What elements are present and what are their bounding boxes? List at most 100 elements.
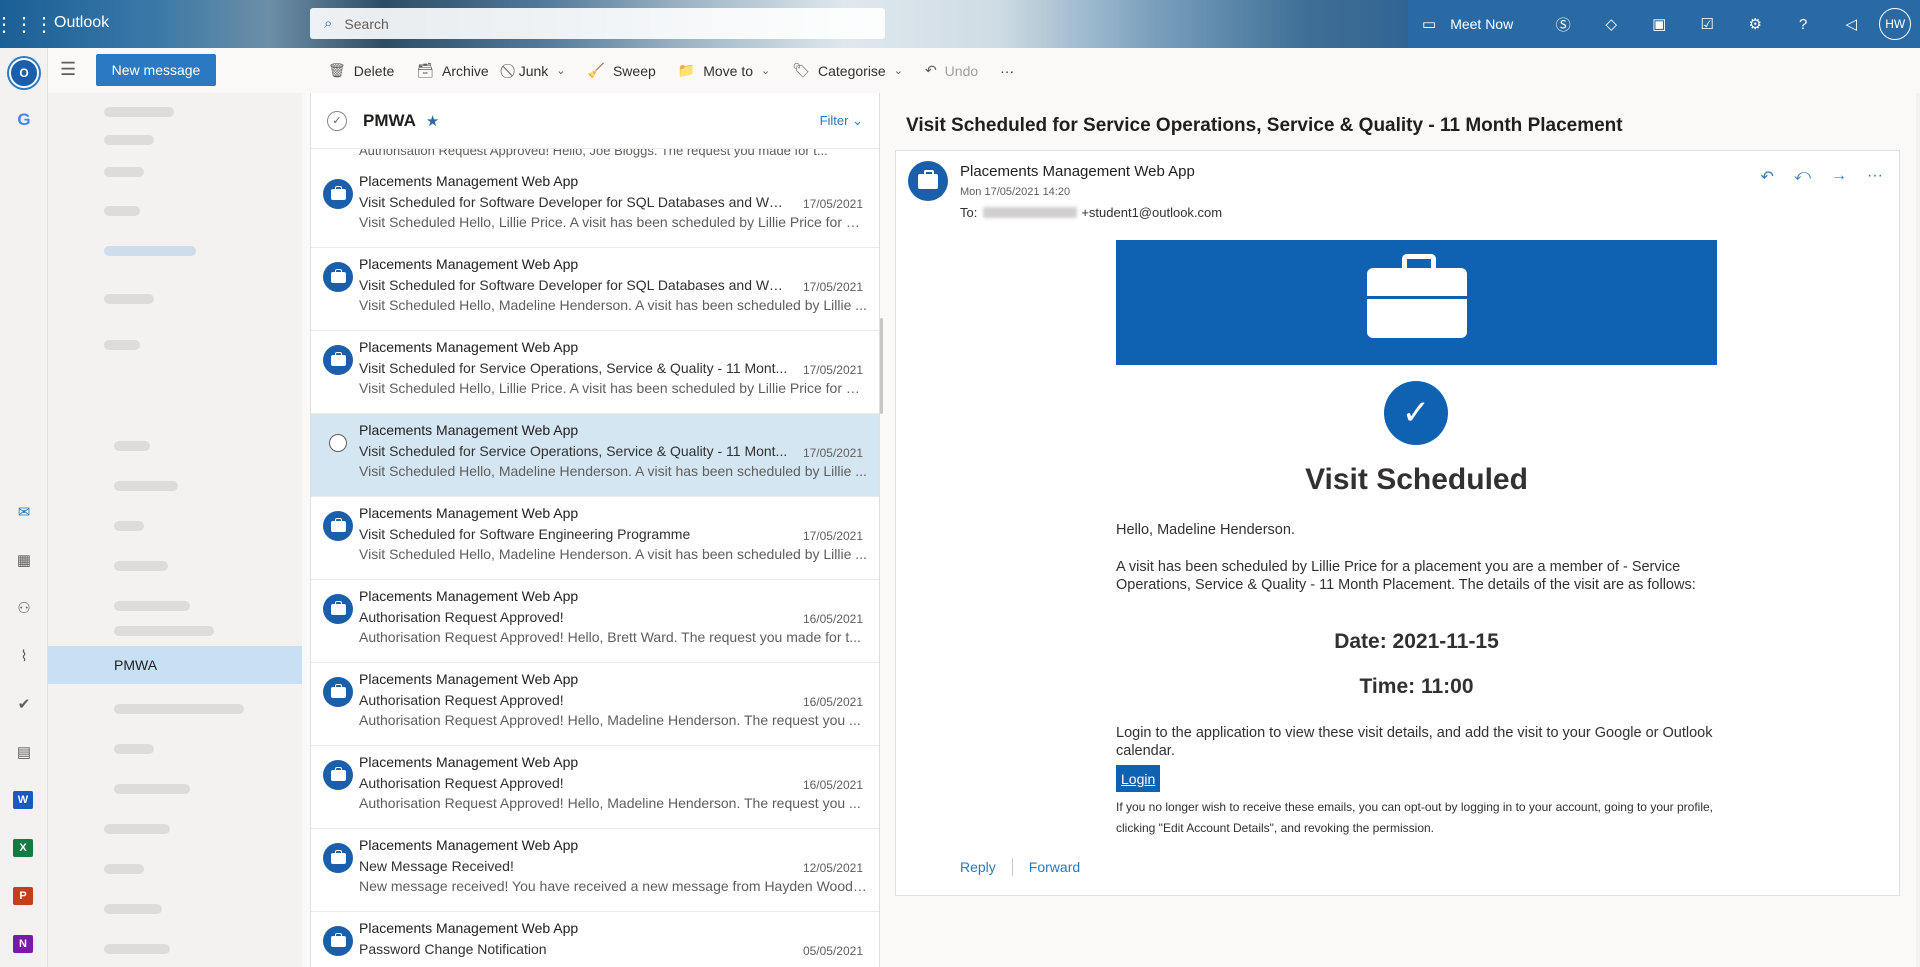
- word-icon[interactable]: W: [13, 791, 33, 809]
- attachment-icon[interactable]: ⌇: [0, 647, 48, 665]
- folder-item-blurred[interactable]: [104, 135, 154, 145]
- folder-item-blurred[interactable]: [104, 206, 140, 216]
- reading-pane-scrollbar[interactable]: [1916, 93, 1920, 967]
- folder-item-blurred[interactable]: [104, 294, 154, 304]
- powerpoint-icon[interactable]: P: [13, 887, 33, 905]
- hamburger-menu-icon[interactable]: ☰: [60, 59, 76, 80]
- message-row[interactable]: Placements Management Web App Password Ch…: [311, 912, 879, 967]
- folder-item-blurred[interactable]: [114, 561, 168, 571]
- sender-avatar[interactable]: [323, 926, 353, 956]
- sender-avatar[interactable]: [323, 262, 353, 292]
- groups-icon[interactable]: ▤: [0, 743, 48, 761]
- sender-avatar[interactable]: [323, 594, 353, 624]
- folder-item-blurred[interactable]: [114, 704, 244, 714]
- premium-diamond-icon[interactable]: ◇: [1587, 15, 1635, 33]
- onenote-icon[interactable]: N: [13, 935, 33, 953]
- folder-item-blurred[interactable]: [104, 944, 170, 954]
- folder-item-blurred[interactable]: [104, 864, 144, 874]
- email-sender[interactable]: Placements Management Web App: [960, 163, 1195, 180]
- google-account-icon[interactable]: G: [0, 110, 48, 130]
- command-junk[interactable]: ⃠Junk⌄: [511, 62, 566, 79]
- message-list: ✓ PMWA ★ Filter ⌄ Authorisation Request …: [310, 93, 880, 967]
- message-row[interactable]: Placements Management Web App Visit Sched…: [311, 165, 879, 248]
- folder-item-blurred[interactable]: [104, 824, 170, 834]
- command-categorise[interactable]: 🏷 Categorise ⌄: [792, 62, 903, 79]
- meet-now-button[interactable]: ▭ Meet Now: [1422, 15, 1513, 33]
- folder-item-blurred[interactable]: [104, 246, 196, 256]
- sender-avatar[interactable]: [323, 760, 353, 790]
- command-move-to[interactable]: 📁 Move to ⌄: [678, 62, 770, 79]
- app-launcher-icon[interactable]: ⋮⋮⋮: [0, 0, 54, 48]
- folder-pane: PMWA: [48, 93, 302, 967]
- todo-icon[interactable]: ✔: [0, 695, 48, 713]
- message-row[interactable]: Placements Management Web App New Message…: [311, 829, 879, 912]
- folder-item-blurred[interactable]: [114, 744, 154, 754]
- folder-item-blurred[interactable]: [114, 626, 214, 636]
- command-sweep[interactable]: 🧹 Sweep: [588, 62, 656, 79]
- folder-item-pmwa[interactable]: PMWA: [48, 646, 302, 684]
- visit-paragraph: A visit has been scheduled by Lillie Pri…: [1116, 559, 1696, 593]
- sender-avatar[interactable]: [323, 179, 353, 209]
- folder-title: PMWA: [363, 110, 416, 130]
- message-row[interactable]: Placements Management Web App Authorisati…: [311, 663, 879, 746]
- outlook-account-icon[interactable]: O: [0, 58, 48, 88]
- sender-avatar[interactable]: [323, 677, 353, 707]
- command-delete[interactable]: 🗑 Delete: [328, 62, 394, 79]
- message-row[interactable]: Placements Management Web App Authorisati…: [311, 580, 879, 663]
- message-row[interactable]: Placements Management Web App Visit Sched…: [311, 331, 879, 414]
- folder-item-blurred[interactable]: [104, 107, 174, 117]
- reply-icon[interactable]: ↶: [1761, 167, 1774, 187]
- more-options-icon[interactable]: ···: [1867, 167, 1883, 187]
- feedback-megaphone-icon[interactable]: ◁: [1827, 15, 1875, 33]
- message-row[interactable]: Placements Management Web App Visit Sched…: [311, 497, 879, 580]
- my-day-icon[interactable]: ☑: [1683, 15, 1731, 33]
- select-radio[interactable]: [329, 434, 347, 452]
- folder-item-blurred[interactable]: [114, 441, 150, 451]
- chevron-down-icon[interactable]: ⌄: [556, 64, 565, 77]
- to-address[interactable]: +student1@outlook.com: [1081, 205, 1222, 220]
- chevron-down-icon[interactable]: ⌄: [894, 64, 903, 77]
- command-bar: ☰ New message 🗑Delete 🗃Archive⃠Junk⌄ 🧹Swee…: [48, 48, 1920, 93]
- chevron-down-icon[interactable]: ⌄: [761, 64, 770, 77]
- message-row[interactable]: Placements Management Web App Visit Sched…: [311, 414, 879, 497]
- excel-icon[interactable]: X: [13, 839, 33, 857]
- folder-item-blurred[interactable]: [114, 481, 178, 491]
- select-all-checkbox[interactable]: ✓: [327, 110, 347, 131]
- calendar-icon[interactable]: ▦: [0, 551, 48, 569]
- sender-avatar[interactable]: [908, 161, 948, 201]
- message-row[interactable]: Placements Management Web App Visit Sched…: [311, 248, 879, 331]
- message-preview: Visit Scheduled Hello, Madeline Henderso…: [359, 297, 867, 313]
- sender-avatar[interactable]: [323, 843, 353, 873]
- login-link[interactable]: Login: [1116, 765, 1161, 792]
- forward-button[interactable]: Forward: [1029, 859, 1080, 875]
- forward-icon[interactable]: →: [1831, 167, 1847, 187]
- mail-icon[interactable]: ✉: [0, 503, 48, 521]
- new-message-button[interactable]: New message: [96, 54, 216, 86]
- user-avatar[interactable]: HW: [1879, 8, 1912, 40]
- message-row[interactable]: Placements Management Web App Authorisati…: [311, 746, 879, 829]
- folder-item-blurred[interactable]: [114, 784, 190, 794]
- folder-item-blurred[interactable]: [104, 167, 144, 177]
- command-archive[interactable]: 🗃 Archive: [416, 62, 488, 79]
- reply-all-icon[interactable]: ⤺: [1794, 167, 1811, 187]
- favorite-star-icon[interactable]: ★: [426, 112, 439, 130]
- reply-button[interactable]: Reply: [960, 859, 996, 875]
- filter-button[interactable]: Filter ⌄: [820, 113, 863, 129]
- help-icon[interactable]: ?: [1779, 16, 1827, 33]
- office-icon[interactable]: ▣: [1635, 15, 1683, 33]
- more-commands-icon[interactable]: ···: [1000, 63, 1014, 79]
- sender-avatar[interactable]: [323, 511, 353, 541]
- sender-avatar[interactable]: [323, 345, 353, 375]
- search-input[interactable]: ⌕ Search: [310, 8, 885, 39]
- message-list-scrollbar[interactable]: [880, 318, 883, 414]
- settings-gear-icon[interactable]: ⚙: [1731, 15, 1779, 33]
- app-name[interactable]: Outlook: [54, 14, 109, 32]
- people-icon[interactable]: ⚇: [0, 599, 48, 617]
- folder-item-blurred[interactable]: [104, 340, 140, 350]
- folder-item-blurred[interactable]: [114, 521, 144, 531]
- message-sender: Placements Management Web App: [359, 422, 579, 438]
- folder-item-blurred[interactable]: [104, 904, 162, 914]
- skype-icon[interactable]: Ⓢ: [1539, 14, 1587, 35]
- command-label: Move to: [703, 62, 754, 79]
- folder-item-blurred[interactable]: [114, 601, 190, 611]
